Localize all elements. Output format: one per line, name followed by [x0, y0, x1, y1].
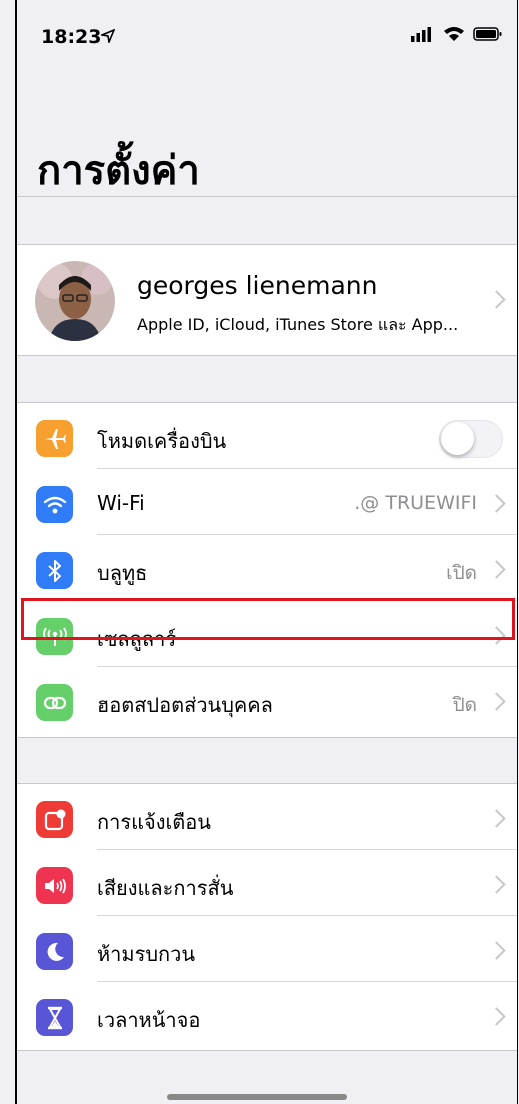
wifi-icon: [36, 486, 73, 523]
hourglass-icon: [36, 999, 73, 1036]
chevron-right-icon: [487, 941, 506, 960]
do-not-disturb-row[interactable]: ห้ามรบกวน: [17, 916, 517, 982]
sounds-label: เสียงและการสั่น: [97, 876, 234, 900]
screen-time-label: เวลาหน้าจอ: [97, 1008, 201, 1032]
location-arrow-icon: [99, 28, 116, 47]
hotspot-icon: [36, 684, 73, 721]
page-title: การตั้งค่า: [37, 148, 200, 194]
chevron-right-icon: [487, 290, 506, 309]
battery-icon: [473, 26, 503, 46]
avatar: [35, 261, 115, 341]
bluetooth-row[interactable]: บลูทูธ เปิด: [17, 535, 517, 601]
do-not-disturb-label: ห้ามรบกวน: [97, 942, 196, 966]
airplane-icon: [36, 420, 73, 457]
notifications-group: การแจ้งเตือน เสียงและการสั่น ห้ามรบกวน เ…: [17, 783, 517, 1051]
bluetooth-icon: [36, 552, 73, 589]
notifications-label: การแจ้งเตือน: [97, 810, 211, 834]
wifi-row[interactable]: Wi-Fi .@ TRUEWIFI: [17, 469, 517, 535]
apple-id-profile-row[interactable]: georges lienemann Apple ID, iCloud, iTun…: [17, 244, 517, 356]
chevron-right-icon: [487, 809, 506, 828]
profile-name: georges lienemann: [137, 271, 378, 300]
screen-time-row[interactable]: เวลาหน้าจอ: [17, 982, 517, 1048]
bluetooth-label: บลูทูธ: [97, 561, 148, 585]
wifi-network-value: .@ TRUEWIFI: [354, 492, 477, 514]
sound-icon: [36, 867, 73, 904]
status-bar: 18:23: [17, 0, 517, 72]
wifi-label: Wi-Fi: [97, 491, 145, 515]
moon-icon: [36, 933, 73, 970]
airplane-mode-toggle[interactable]: [439, 420, 503, 458]
signal-icon: [411, 26, 435, 46]
chevron-right-icon: [487, 1007, 506, 1026]
cellular-row[interactable]: เซลลูลาร์: [17, 601, 517, 667]
airplane-mode-label: โหมดเครื่องบิน: [97, 429, 227, 453]
connectivity-group: โหมดเครื่องบิน Wi-Fi .@ TRUEWIFI บลูทูธ …: [17, 402, 517, 738]
notifications-row[interactable]: การแจ้งเตือน: [17, 784, 517, 850]
chevron-right-icon: [487, 560, 506, 579]
chevron-right-icon: [487, 692, 506, 711]
status-time: 18:23: [41, 26, 102, 48]
airplane-mode-row: โหมดเครื่องบิน: [17, 403, 517, 469]
profile-subtitle: Apple ID, iCloud, iTunes Store และ App..…: [137, 315, 459, 334]
sounds-haptics-row[interactable]: เสียงและการสั่น: [17, 850, 517, 916]
title-divider: [17, 196, 517, 197]
chevron-right-icon: [487, 626, 506, 645]
wifi-status-icon: [443, 26, 465, 46]
home-indicator[interactable]: [167, 1094, 347, 1100]
cellular-icon: [36, 618, 73, 655]
hotspot-label: ฮอตสปอตส่วนบุคคล: [97, 693, 273, 717]
bluetooth-value: เปิด: [446, 562, 477, 584]
chevron-right-icon: [487, 875, 506, 894]
chevron-right-icon: [487, 494, 506, 513]
notifications-icon: [36, 801, 73, 838]
toggle-knob: [441, 422, 474, 455]
cellular-label: เซลลูลาร์: [97, 627, 177, 651]
hotspot-value: ปิด: [452, 694, 477, 716]
personal-hotspot-row[interactable]: ฮอตสปอตส่วนบุคคล ปิด: [17, 667, 517, 733]
settings-screen: 18:23 การตั้งค่า georges lienemann Apple…: [15, 0, 518, 1104]
